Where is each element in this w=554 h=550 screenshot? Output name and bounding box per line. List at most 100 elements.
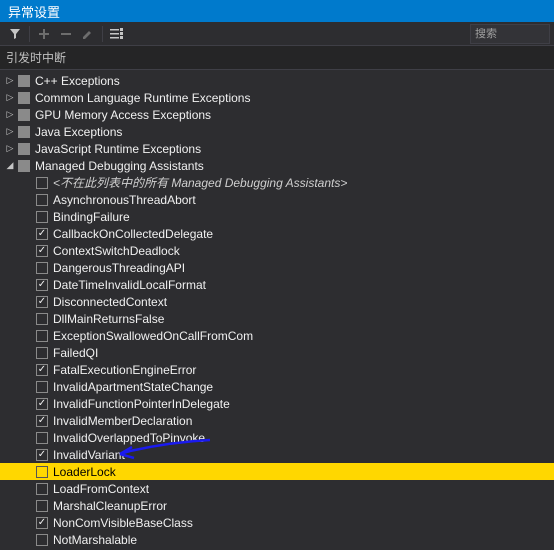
checkbox[interactable] bbox=[18, 143, 30, 155]
exception-row[interactable]: LoadFromContext bbox=[0, 480, 554, 497]
exception-row[interactable]: NotMarshalable bbox=[0, 531, 554, 548]
checkbox[interactable] bbox=[18, 92, 30, 104]
edit-icon[interactable] bbox=[77, 23, 99, 45]
exception-row[interactable]: ✓ DisconnectedContext bbox=[0, 293, 554, 310]
checkbox[interactable]: ✓ bbox=[36, 364, 48, 376]
item-label: DangerousThreadingAPI bbox=[53, 261, 185, 275]
checkbox[interactable] bbox=[36, 177, 48, 189]
category-row[interactable]: ◢ Managed Debugging Assistants bbox=[0, 157, 554, 174]
checkbox[interactable]: ✓ bbox=[36, 398, 48, 410]
checkbox[interactable] bbox=[36, 330, 48, 342]
expand-icon[interactable]: ▷ bbox=[4, 143, 16, 155]
search-field[interactable] bbox=[471, 28, 549, 40]
checkbox[interactable] bbox=[36, 432, 48, 444]
exception-row[interactable]: DllMainReturnsFalse bbox=[0, 310, 554, 327]
category-row[interactable]: ▷ C++ Exceptions bbox=[0, 72, 554, 89]
exception-row[interactable]: InvalidApartmentStateChange bbox=[0, 378, 554, 395]
separator bbox=[102, 26, 103, 42]
checkbox[interactable]: ✓ bbox=[36, 279, 48, 291]
add-icon[interactable] bbox=[33, 23, 55, 45]
checkbox[interactable] bbox=[36, 381, 48, 393]
checkbox[interactable] bbox=[18, 126, 30, 138]
category-row[interactable]: ▷ Common Language Runtime Exceptions bbox=[0, 89, 554, 106]
exception-row[interactable]: FailedQI bbox=[0, 344, 554, 361]
exception-row[interactable]: ✓ FatalExecutionEngineError bbox=[0, 361, 554, 378]
expand-icon[interactable]: ▷ bbox=[4, 75, 16, 87]
separator bbox=[29, 26, 30, 42]
item-label: InvalidVariant bbox=[53, 448, 125, 462]
item-label: FatalExecutionEngineError bbox=[53, 363, 196, 377]
category-row[interactable]: ▷ Java Exceptions bbox=[0, 123, 554, 140]
expander-placeholder bbox=[22, 279, 34, 291]
exception-row[interactable]: ✓ DateTimeInvalidLocalFormat bbox=[0, 276, 554, 293]
exception-row[interactable]: <不在此列表中的所有 Managed Debugging Assistants> bbox=[0, 174, 554, 191]
item-label: DateTimeInvalidLocalFormat bbox=[53, 278, 206, 292]
expand-icon[interactable]: ▷ bbox=[4, 109, 16, 121]
search-input[interactable] bbox=[470, 24, 550, 44]
checkbox[interactable] bbox=[36, 483, 48, 495]
expander-placeholder bbox=[22, 364, 34, 376]
toolbar bbox=[0, 22, 554, 46]
exception-row[interactable]: ✓ InvalidFunctionPointerInDelegate bbox=[0, 395, 554, 412]
exception-row[interactable]: ✓ ContextSwitchDeadlock bbox=[0, 242, 554, 259]
checkbox[interactable] bbox=[36, 466, 48, 478]
exception-row[interactable]: ✓CallbackOnCollectedDelegate bbox=[0, 225, 554, 242]
item-label: MarshalCleanupError bbox=[53, 499, 167, 513]
collapse-icon[interactable]: ◢ bbox=[4, 160, 16, 172]
checkbox[interactable]: ✓ bbox=[36, 449, 48, 461]
expander-placeholder bbox=[22, 466, 34, 478]
expander-placeholder bbox=[22, 228, 34, 240]
item-label: ContextSwitchDeadlock bbox=[53, 244, 180, 258]
item-label: InvalidFunctionPointerInDelegate bbox=[53, 397, 230, 411]
checkbox[interactable]: ✓ bbox=[36, 228, 48, 240]
checkbox[interactable] bbox=[36, 313, 48, 325]
expand-icon[interactable]: ▷ bbox=[4, 92, 16, 104]
category-row[interactable]: ▷ JavaScript Runtime Exceptions bbox=[0, 140, 554, 157]
exception-row[interactable]: ✓ InvalidVariant bbox=[0, 446, 554, 463]
checkbox[interactable] bbox=[36, 500, 48, 512]
item-label: NonComVisibleBaseClass bbox=[53, 516, 193, 530]
expander-placeholder bbox=[22, 483, 34, 495]
checkbox[interactable]: ✓ bbox=[36, 517, 48, 529]
checkbox[interactable] bbox=[36, 262, 48, 274]
category-row[interactable]: ▷GPU Memory Access Exceptions bbox=[0, 106, 554, 123]
checkbox[interactable] bbox=[36, 211, 48, 223]
checkbox[interactable] bbox=[36, 534, 48, 546]
exception-row[interactable]: ExceptionSwallowedOnCallFromCom bbox=[0, 327, 554, 344]
checkbox[interactable] bbox=[36, 347, 48, 359]
exception-row[interactable]: ✓InvalidMemberDeclaration bbox=[0, 412, 554, 429]
item-label: C++ Exceptions bbox=[35, 74, 120, 88]
expander-placeholder bbox=[22, 313, 34, 325]
item-label: LoadFromContext bbox=[53, 482, 149, 496]
checkbox[interactable] bbox=[18, 75, 30, 87]
item-label: Java Exceptions bbox=[35, 125, 122, 139]
expander-placeholder bbox=[22, 415, 34, 427]
checkbox[interactable]: ✓ bbox=[36, 415, 48, 427]
exception-row[interactable]: AsynchronousThreadAbort bbox=[0, 191, 554, 208]
checkbox[interactable]: ✓ bbox=[36, 245, 48, 257]
expand-icon[interactable]: ▷ bbox=[4, 126, 16, 138]
exception-row[interactable]: LoaderLock bbox=[0, 463, 554, 480]
exception-row[interactable]: InvalidOverlappedToPinvoke bbox=[0, 429, 554, 446]
exception-row[interactable]: DangerousThreadingAPI bbox=[0, 259, 554, 276]
item-label: NotMarshalable bbox=[53, 533, 137, 547]
expander-placeholder bbox=[22, 211, 34, 223]
item-label: JavaScript Runtime Exceptions bbox=[35, 142, 201, 156]
minus-icon[interactable] bbox=[55, 23, 77, 45]
exception-row[interactable]: ✓ NonComVisibleBaseClass bbox=[0, 514, 554, 531]
exception-row[interactable]: MarshalCleanupError bbox=[0, 497, 554, 514]
exception-row[interactable]: BindingFailure bbox=[0, 208, 554, 225]
checkbox[interactable] bbox=[18, 109, 30, 121]
checkbox[interactable] bbox=[36, 194, 48, 206]
expander-placeholder bbox=[22, 449, 34, 461]
options-icon[interactable] bbox=[106, 23, 128, 45]
expander-placeholder bbox=[22, 347, 34, 359]
checkbox[interactable]: ✓ bbox=[36, 296, 48, 308]
item-label: DisconnectedContext bbox=[53, 295, 167, 309]
item-label: Common Language Runtime Exceptions bbox=[35, 91, 250, 105]
item-label: AsynchronousThreadAbort bbox=[53, 193, 196, 207]
filter-icon[interactable] bbox=[4, 23, 26, 45]
checkbox[interactable] bbox=[18, 160, 30, 172]
expander-placeholder bbox=[22, 534, 34, 546]
item-label: Managed Debugging Assistants bbox=[35, 159, 204, 173]
